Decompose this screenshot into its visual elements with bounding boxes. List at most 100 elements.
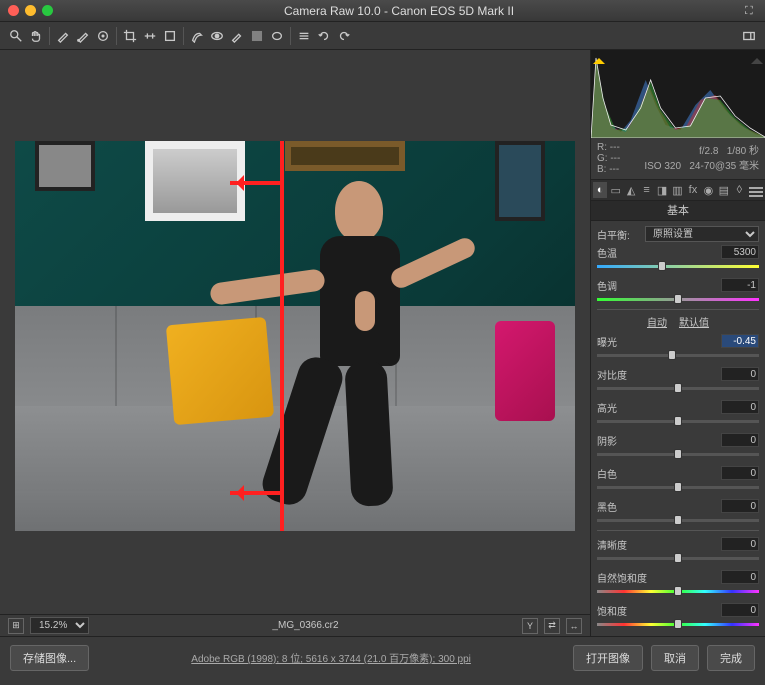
panel-menu-icon[interactable] [749, 182, 763, 198]
toolbar [0, 22, 765, 50]
rotate-cw-icon[interactable] [334, 26, 354, 46]
r-value: R: --- [597, 142, 637, 153]
annotation-arrow [230, 181, 280, 185]
filename: _MG_0366.cr2 [272, 620, 338, 631]
saturation-label: 饱和度 [597, 603, 645, 618]
tab-detail-icon[interactable]: ◭ [624, 182, 638, 198]
default-link[interactable]: 默认值 [679, 318, 709, 329]
blacks-value[interactable] [721, 499, 759, 513]
adjustment-brush-tool-icon[interactable] [227, 26, 247, 46]
photo-preview [15, 141, 575, 531]
zoom-grid-icon[interactable]: ⊞ [8, 618, 24, 634]
maximize-window[interactable] [42, 5, 53, 16]
zoom-select[interactable]: 15.2% [30, 617, 89, 634]
minimize-window[interactable] [25, 5, 36, 16]
open-image-button[interactable]: 打开图像 [573, 645, 643, 671]
vibrance-value[interactable] [721, 570, 759, 584]
tab-snapshots-icon[interactable]: ◊ [732, 182, 746, 198]
zoom-tool-icon[interactable] [6, 26, 26, 46]
contrast-value[interactable] [721, 367, 759, 381]
blacks-slider[interactable] [597, 516, 759, 524]
basic-controls: 白平衡: 原照设置 色温 色调 自动默认值 曝光 对比度 高光 阴影 白色 黑色… [591, 221, 765, 636]
before-after-toggle[interactable]: Y [522, 618, 538, 634]
highlight-clip-warning-icon[interactable] [751, 52, 763, 64]
titlebar: Camera Raw 10.0 - Canon EOS 5D Mark II ⛶ [0, 0, 765, 22]
saturation-slider[interactable] [597, 620, 759, 628]
g-value: G: --- [597, 153, 637, 164]
hand-tool-icon[interactable] [26, 26, 46, 46]
workflow-options-link[interactable]: Adobe RGB (1998); 8 位; 5616 x 3744 (21.0… [97, 650, 565, 665]
tab-fx-icon[interactable]: fx [686, 182, 700, 198]
rotate-ccw-icon[interactable] [314, 26, 334, 46]
clarity-value[interactable] [721, 537, 759, 551]
clarity-slider[interactable] [597, 554, 759, 562]
fullscreen-icon[interactable]: ⛶ [745, 5, 757, 17]
shadows-value[interactable] [721, 433, 759, 447]
tint-label: 色调 [597, 278, 645, 293]
exposure-value[interactable] [721, 334, 759, 348]
panel-title: 基本 [591, 201, 765, 221]
tab-curve-icon[interactable]: ▭ [608, 182, 622, 198]
filmstrip-toggle-icon[interactable] [739, 26, 759, 46]
straighten-tool-icon[interactable] [140, 26, 160, 46]
whites-label: 白色 [597, 466, 645, 481]
canvas-footer: ⊞ 15.2% _MG_0366.cr2 Y ⇄ ↔ [0, 614, 590, 636]
wb-select[interactable]: 原照设置 [645, 226, 759, 242]
graduated-filter-tool-icon[interactable] [247, 26, 267, 46]
spot-removal-tool-icon[interactable] [187, 26, 207, 46]
exposure-slider[interactable] [597, 351, 759, 359]
white-balance-tool-icon[interactable] [53, 26, 73, 46]
contrast-label: 对比度 [597, 367, 645, 382]
shadow-clip-warning-icon[interactable] [593, 52, 605, 64]
auto-link[interactable]: 自动 [647, 318, 667, 329]
annotation-arrow [230, 491, 280, 495]
highlights-slider[interactable] [597, 417, 759, 425]
exposure-label: 曝光 [597, 334, 645, 349]
tab-lens-icon[interactable]: ▥ [670, 182, 684, 198]
transform-tool-icon[interactable] [160, 26, 180, 46]
copy-settings-icon[interactable]: ↔ [566, 618, 582, 634]
targeted-adjustment-tool-icon[interactable] [93, 26, 113, 46]
tab-basic-icon[interactable]: ◐ [593, 182, 607, 198]
highlights-value[interactable] [721, 400, 759, 414]
close-window[interactable] [8, 5, 19, 16]
window-title: Camera Raw 10.0 - Canon EOS 5D Mark II [53, 4, 745, 18]
done-button[interactable]: 完成 [707, 645, 755, 671]
contrast-slider[interactable] [597, 384, 759, 392]
vibrance-slider[interactable] [597, 587, 759, 595]
red-eye-tool-icon[interactable] [207, 26, 227, 46]
canvas-viewport[interactable] [0, 50, 590, 614]
shadows-label: 阴影 [597, 433, 645, 448]
vibrance-label: 自然饱和度 [597, 570, 657, 585]
blacks-label: 黑色 [597, 499, 645, 514]
tab-camera-icon[interactable]: ◉ [701, 182, 715, 198]
tab-split-icon[interactable]: ◨ [655, 182, 669, 198]
window-controls [8, 5, 53, 16]
tint-value[interactable] [721, 278, 759, 292]
shadows-slider[interactable] [597, 450, 759, 458]
whites-value[interactable] [721, 466, 759, 480]
temp-value[interactable] [721, 245, 759, 259]
tab-presets-icon[interactable]: ▤ [717, 182, 731, 198]
panel-tabs: ◐ ▭ ◭ ≡ ◨ ▥ fx ◉ ▤ ◊ [591, 179, 765, 201]
temp-slider[interactable] [597, 262, 759, 270]
preferences-icon[interactable] [294, 26, 314, 46]
cancel-button[interactable]: 取消 [651, 645, 699, 671]
crop-tool-icon[interactable] [120, 26, 140, 46]
swap-icon[interactable]: ⇄ [544, 618, 560, 634]
bottom-bar: 存储图像... Adobe RGB (1998); 8 位; 5616 x 37… [0, 636, 765, 678]
saturation-value[interactable] [721, 603, 759, 617]
tint-slider[interactable] [597, 295, 759, 303]
radial-filter-tool-icon[interactable] [267, 26, 287, 46]
clarity-label: 清晰度 [597, 537, 645, 552]
temp-label: 色温 [597, 245, 645, 260]
canvas-area: ⊞ 15.2% _MG_0366.cr2 Y ⇄ ↔ [0, 50, 590, 636]
histogram[interactable] [591, 50, 765, 138]
save-image-button[interactable]: 存储图像... [10, 645, 89, 671]
tab-hsl-icon[interactable]: ≡ [639, 182, 653, 198]
highlights-label: 高光 [597, 400, 645, 415]
whites-slider[interactable] [597, 483, 759, 491]
color-sampler-tool-icon[interactable] [73, 26, 93, 46]
b-value: B: --- [597, 164, 637, 175]
exif-info: R: --- G: --- B: --- f/2.8 1/80 秒 ISO 32… [591, 138, 765, 179]
